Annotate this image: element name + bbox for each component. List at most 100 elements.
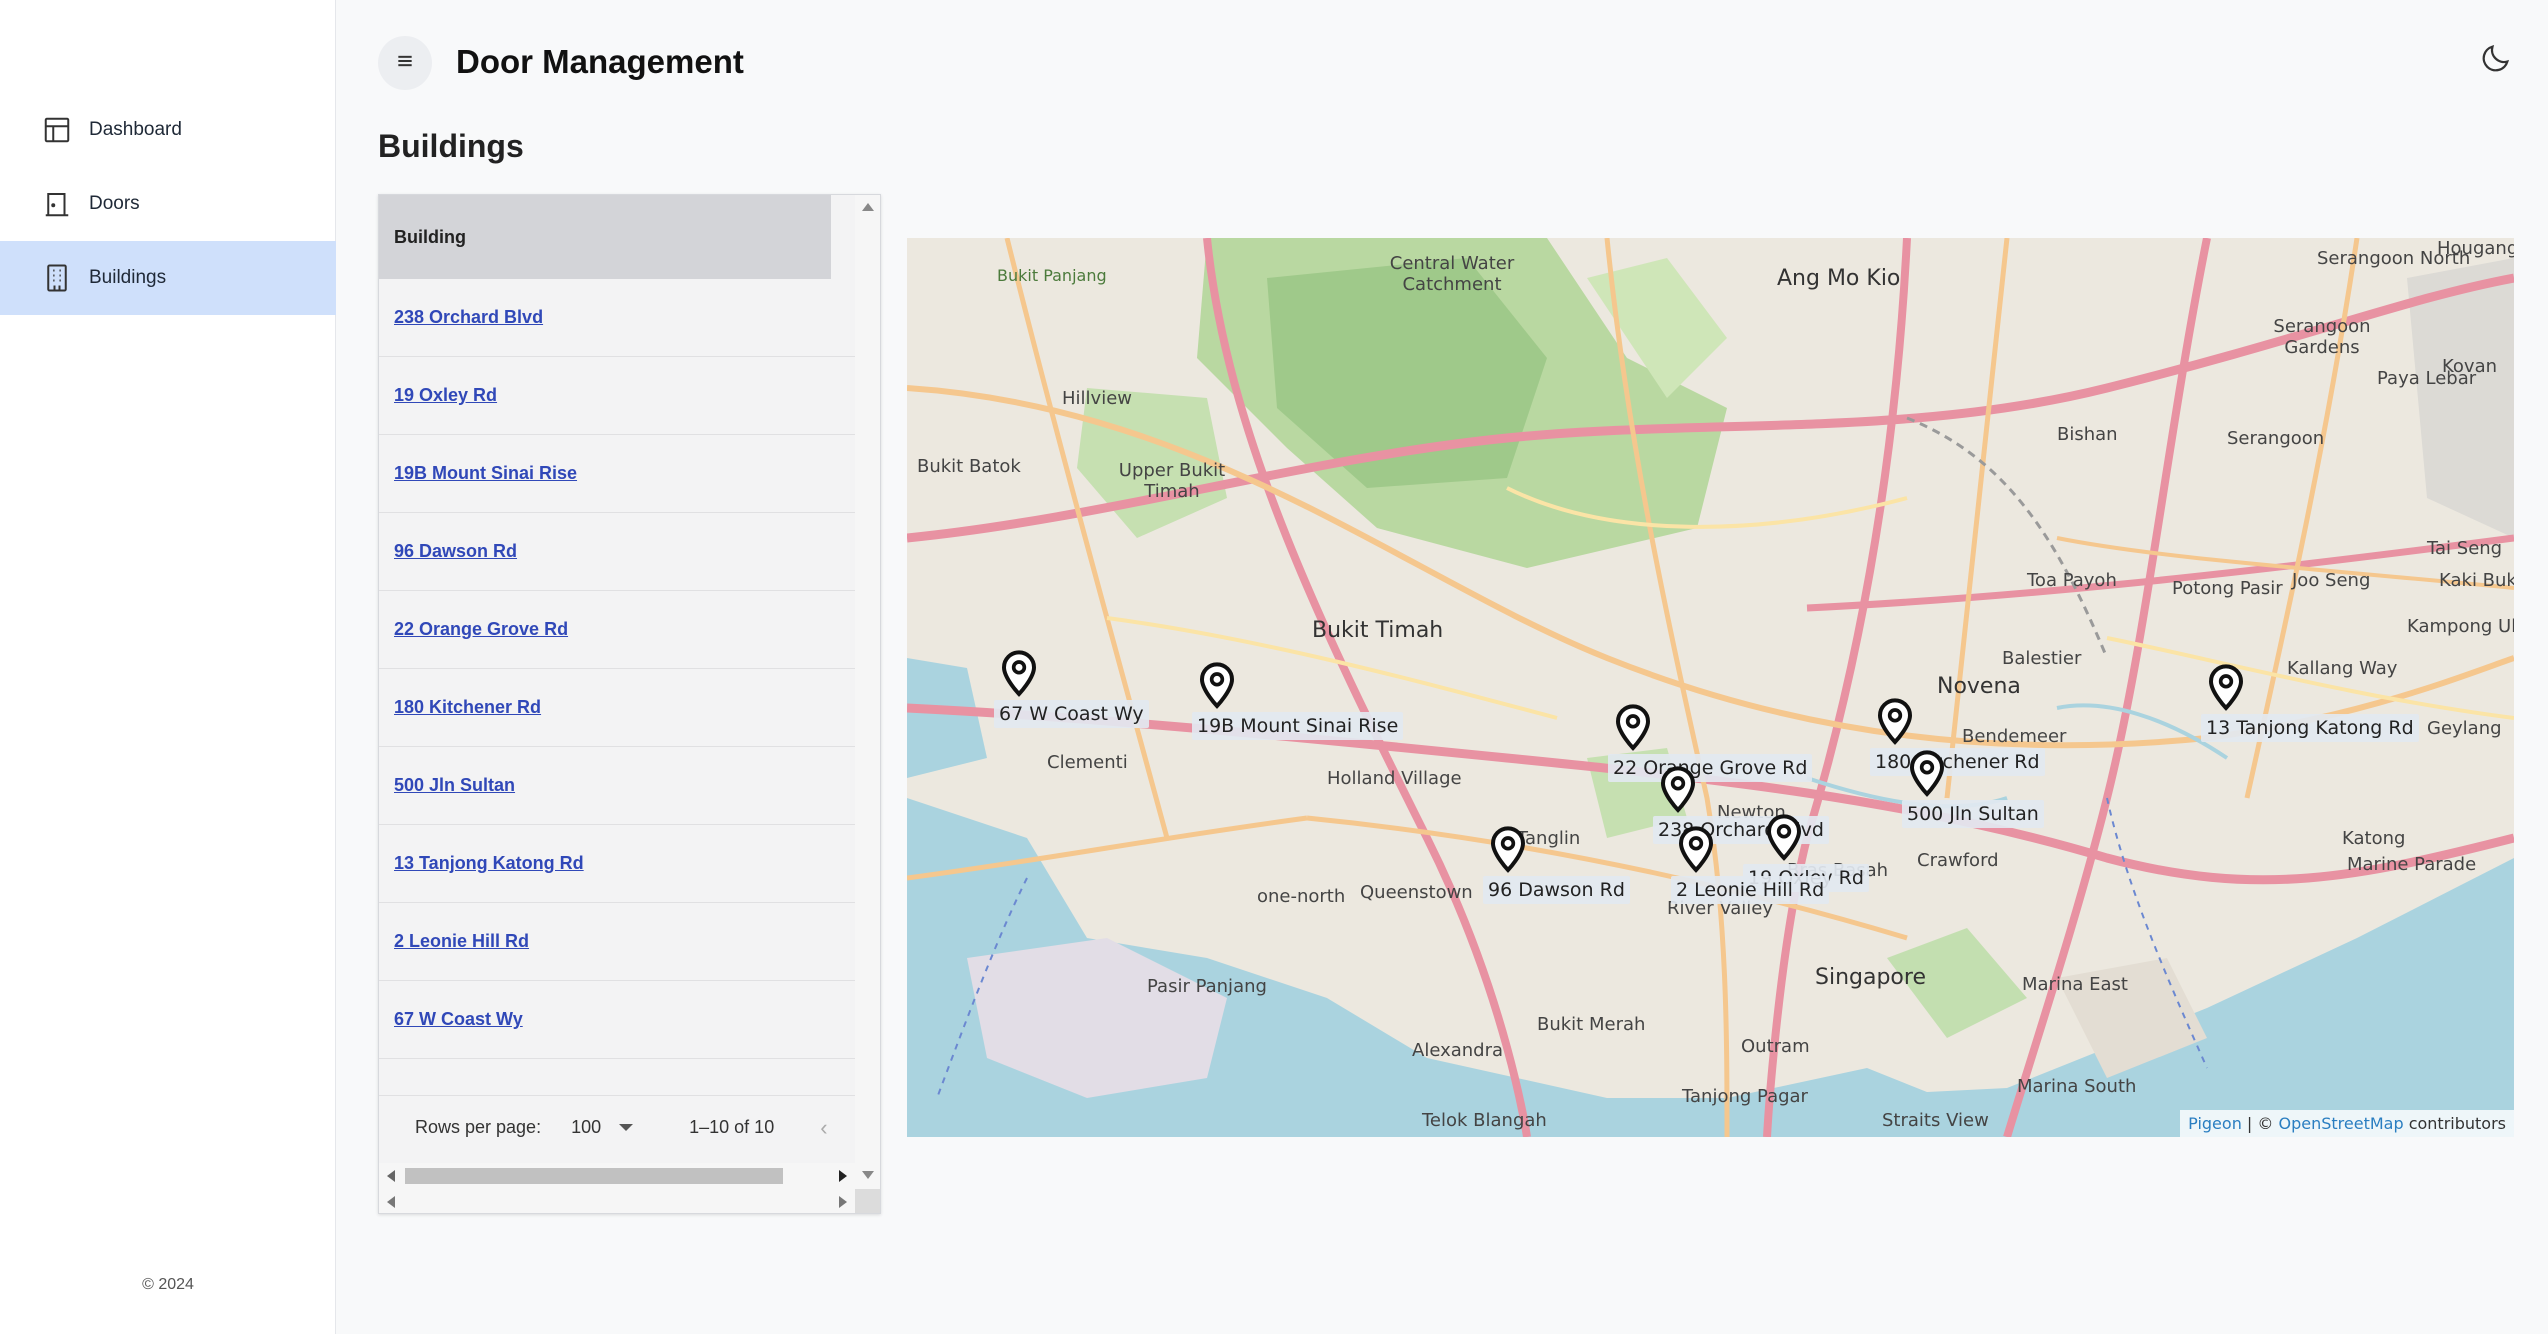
map-pin-icon[interactable] <box>1907 750 1947 798</box>
rows-per-page-select[interactable]: 100 <box>571 1117 634 1138</box>
map-place-label: Serangoon Gardens <box>2273 316 2371 358</box>
map-place-label: Marina South <box>2017 1076 2137 1097</box>
buildings-table: Building 238 Orchard Blvd 19 Oxley Rd 19… <box>378 194 881 1214</box>
table-row: 500 Jln Sultan <box>379 747 855 825</box>
building-link[interactable]: 180 Kitchener Rd <box>394 697 541 718</box>
map-place-label: Tanjong Pagar <box>1682 1086 1808 1107</box>
map-place-label: Bukit Panjang <box>997 266 1107 285</box>
table-row: 19 Oxley Rd <box>379 357 855 435</box>
hamburger-icon <box>395 51 415 76</box>
map-place-label: Queenstown <box>1360 882 1473 903</box>
building-link[interactable]: 13 Tanjong Katong Rd <box>394 853 584 874</box>
table-row: 2 Leonie Hill Rd <box>379 903 855 981</box>
buildings-map[interactable]: Serangoon North Hougang Central Water Ca… <box>907 238 2514 1137</box>
map-place-label: Bukit Batok <box>917 456 1021 477</box>
map-place-label: Joo Seng <box>2292 570 2371 591</box>
chevron-left-icon[interactable]: ‹ <box>820 1115 827 1141</box>
scroll-right-arrow[interactable] <box>839 1170 847 1182</box>
table-row: 96 Dawson Rd <box>379 513 855 591</box>
map-pin-icon[interactable] <box>2206 664 2246 712</box>
sidebar-item-dashboard[interactable]: Dashboard <box>0 93 336 167</box>
map-place-label: Bendemeer <box>1962 726 2067 747</box>
table-row: 22 Orange Grove Rd <box>379 591 855 669</box>
pagination: Rows per page: 100 1–10 of 10 ‹ <box>379 1095 855 1159</box>
table-row: 180 Kitchener Rd <box>379 669 855 747</box>
menu-button[interactable] <box>378 36 432 90</box>
dashboard-icon <box>42 115 72 145</box>
sidebar-nav: Dashboard Doors Buildings <box>0 93 336 315</box>
table-row: 67 W Coast Wy <box>379 981 855 1059</box>
map-place-label: Marina East <box>2022 974 2128 995</box>
vertical-scrollbar[interactable] <box>855 195 880 1213</box>
building-link[interactable]: 19 Oxley Rd <box>394 385 497 406</box>
column-header-building[interactable]: Building <box>379 195 831 279</box>
building-link[interactable]: 96 Dawson Rd <box>394 541 517 562</box>
map-place-label: Kampong Ubi <box>2407 616 2514 637</box>
sidebar-item-buildings[interactable]: Buildings <box>0 241 336 315</box>
building-link[interactable]: 238 Orchard Blvd <box>394 307 543 328</box>
rows-per-page-value: 100 <box>571 1117 602 1137</box>
scroll-left-arrow[interactable] <box>387 1196 395 1208</box>
building-link[interactable]: 67 W Coast Wy <box>394 1009 523 1030</box>
building-link[interactable]: 500 Jln Sultan <box>394 775 515 796</box>
sidebar: Dashboard Doors Buildings © 2024 <box>0 0 336 1334</box>
building-icon <box>42 263 72 293</box>
building-link[interactable]: 22 Orange Grove Rd <box>394 619 568 640</box>
map-tiles <box>907 238 2514 1137</box>
map-place-label: Bukit Timah <box>1312 618 1444 643</box>
map-place-label: Potong Pasir <box>2172 578 2283 599</box>
map-place-label: Central Water Catchment <box>1389 253 1515 295</box>
map-place-label: Tai Seng <box>2427 538 2503 559</box>
map-place-label: Holland Village <box>1327 768 1462 789</box>
map-place-label: Serangoon <box>2227 428 2325 449</box>
marker-label: 13 Tanjong Katong Rd <box>2201 714 2419 742</box>
sidebar-item-label: Buildings <box>89 267 167 288</box>
sidebar-item-doors[interactable]: Doors <box>0 167 336 241</box>
outer-horizontal-scrollbar[interactable] <box>379 1189 855 1213</box>
attribution-link-osm[interactable]: OpenStreetMap <box>2278 1114 2403 1133</box>
marker-label: 500 Jln Sultan <box>1902 800 2044 828</box>
marker-label: 67 W Coast Wy <box>994 700 1149 728</box>
map-place-label: Geylang <box>2427 718 2502 739</box>
map-place-label: Telok Blangah <box>1422 1110 1547 1131</box>
map-place-label: Alexandra <box>1412 1040 1504 1061</box>
map-pin-icon[interactable] <box>1488 826 1528 874</box>
attribution-separator: | © <box>2241 1114 2279 1133</box>
map-place-label: Hillview <box>1062 388 1132 409</box>
map-pin-icon[interactable] <box>1676 826 1716 874</box>
map-place-label: Bukit Merah <box>1537 1014 1646 1035</box>
map-place-label: Straits View <box>1882 1110 1989 1131</box>
door-icon <box>42 189 72 219</box>
marker-label: 2 Leonie Hill Rd <box>1671 876 1830 904</box>
horizontal-scrollbar[interactable] <box>379 1163 855 1189</box>
scroll-right-arrow[interactable] <box>839 1196 847 1208</box>
scroll-down-arrow[interactable] <box>862 1171 874 1179</box>
building-link[interactable]: 19B Mount Sinai Rise <box>394 463 577 484</box>
map-place-label: Singapore <box>1815 965 1926 990</box>
map-place-label: Katong <box>2342 828 2406 849</box>
moon-icon <box>2479 41 2513 80</box>
scroll-left-arrow[interactable] <box>387 1170 395 1182</box>
sidebar-item-label: Doors <box>89 193 140 214</box>
map-place-label: Paya Lebar <box>2377 368 2477 389</box>
table-row: 238 Orchard Blvd <box>379 279 855 357</box>
map-pin-icon[interactable] <box>1613 704 1653 752</box>
scrollbar-thumb[interactable] <box>405 1168 783 1184</box>
caret-down-icon <box>619 1124 634 1131</box>
map-place-label: Clementi <box>1047 752 1128 773</box>
table-body: 238 Orchard Blvd 19 Oxley Rd 19B Mount S… <box>379 279 855 1059</box>
map-pin-icon[interactable] <box>1875 698 1915 746</box>
scroll-up-arrow[interactable] <box>862 203 874 211</box>
theme-toggle-button[interactable] <box>2474 38 2518 82</box>
marker-label: 96 Dawson Rd <box>1483 876 1630 904</box>
map-place-label: Marine Parade <box>2347 854 2477 875</box>
attribution-link-pigeon[interactable]: Pigeon <box>2188 1114 2242 1133</box>
map-pin-icon[interactable] <box>1764 814 1804 862</box>
map-pin-icon[interactable] <box>1197 662 1237 710</box>
map-pin-icon[interactable] <box>999 650 1039 698</box>
map-place-label: Pasir Panjang <box>1147 976 1267 997</box>
marker-label: 19B Mount Sinai Rise <box>1192 712 1404 740</box>
map-pin-icon[interactable] <box>1658 766 1698 814</box>
marker-label: 22 Orange Grove Rd <box>1608 754 1813 782</box>
building-link[interactable]: 2 Leonie Hill Rd <box>394 931 529 952</box>
